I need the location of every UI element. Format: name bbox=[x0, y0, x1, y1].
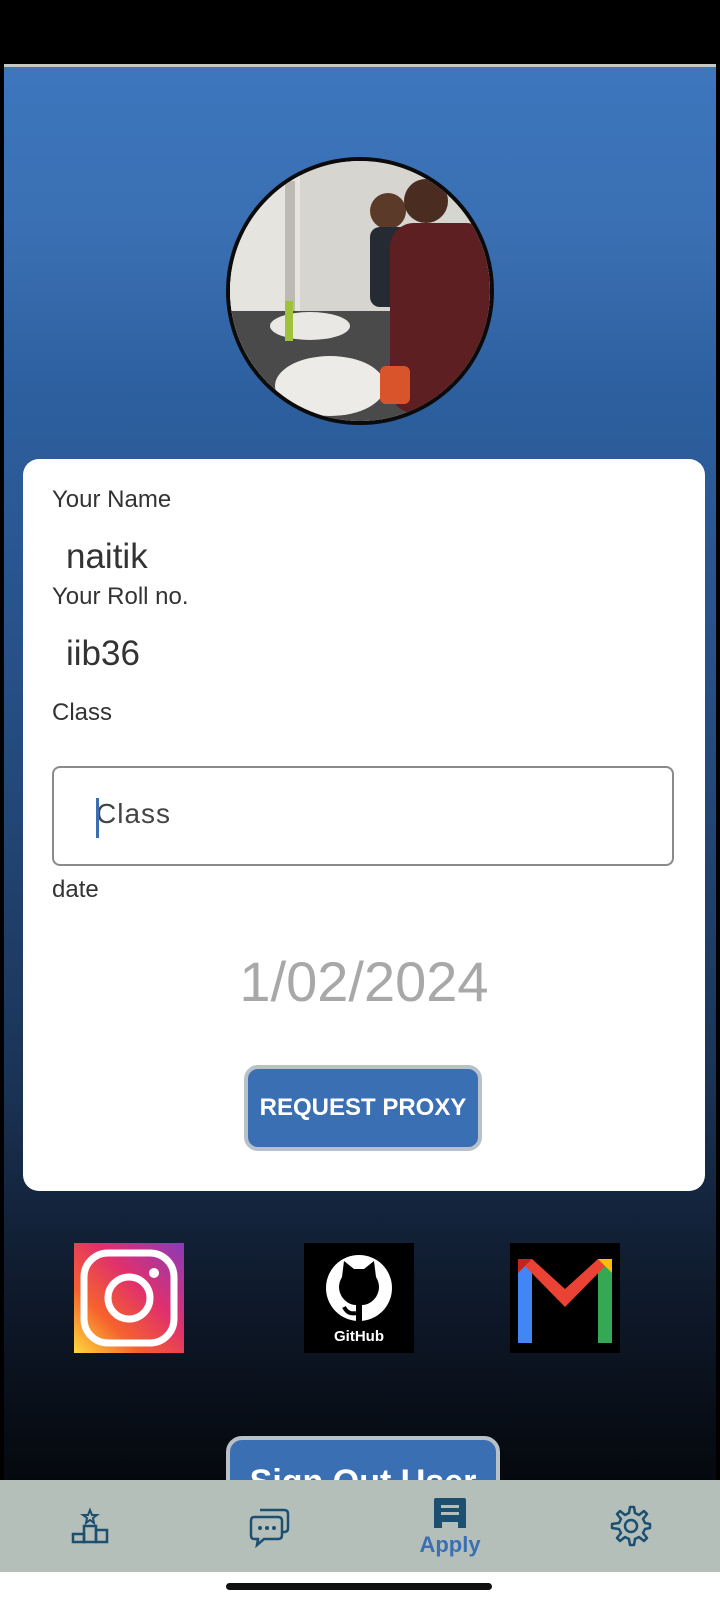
status-bar bbox=[0, 0, 720, 64]
gmail-link[interactable] bbox=[510, 1243, 620, 1353]
nav-item-apply[interactable]: Apply bbox=[390, 1480, 510, 1572]
chat-icon bbox=[249, 1508, 290, 1548]
text-cursor bbox=[96, 798, 99, 838]
nav-item-leaderboard[interactable] bbox=[30, 1480, 150, 1572]
class-label: Class bbox=[52, 699, 113, 726]
roll-label: Your Roll no. bbox=[52, 583, 189, 610]
apply-icon bbox=[434, 1498, 466, 1528]
request-proxy-button[interactable]: REQUEST PROXY bbox=[244, 1065, 482, 1151]
class-input-placeholder: Class bbox=[96, 798, 172, 829]
nav-item-chat[interactable] bbox=[210, 1480, 330, 1572]
date-label: date bbox=[52, 876, 99, 903]
github-wordmark: GitHub bbox=[334, 1328, 384, 1345]
nav-label-apply: Apply bbox=[419, 1532, 481, 1557]
name-value: naitik bbox=[66, 537, 148, 576]
date-value[interactable]: 1/02/2024 bbox=[23, 949, 705, 1014]
gear-icon bbox=[610, 1505, 652, 1547]
avatar-photo bbox=[230, 161, 490, 421]
name-label: Your Name bbox=[52, 486, 172, 513]
bottom-navigation: Apply bbox=[0, 1480, 720, 1572]
gesture-bar bbox=[0, 1572, 720, 1600]
class-input[interactable]: Class bbox=[52, 766, 674, 866]
nav-item-settings[interactable] bbox=[570, 1480, 690, 1572]
leaderboard-icon bbox=[71, 1507, 109, 1544]
instagram-link[interactable] bbox=[74, 1243, 184, 1353]
home-indicator[interactable] bbox=[226, 1583, 492, 1590]
proxy-request-card: Your Name naitik Your Roll no. iib36 Cla… bbox=[23, 459, 705, 1191]
roll-value: iib36 bbox=[66, 634, 140, 673]
avatar bbox=[226, 157, 494, 425]
github-link[interactable]: GitHub bbox=[304, 1243, 414, 1353]
gmail-icon bbox=[510, 1243, 620, 1353]
github-icon: GitHub bbox=[304, 1243, 414, 1353]
app-screen: Your Name naitik Your Roll no. iib36 Cla… bbox=[4, 64, 716, 1528]
instagram-icon bbox=[74, 1243, 184, 1353]
